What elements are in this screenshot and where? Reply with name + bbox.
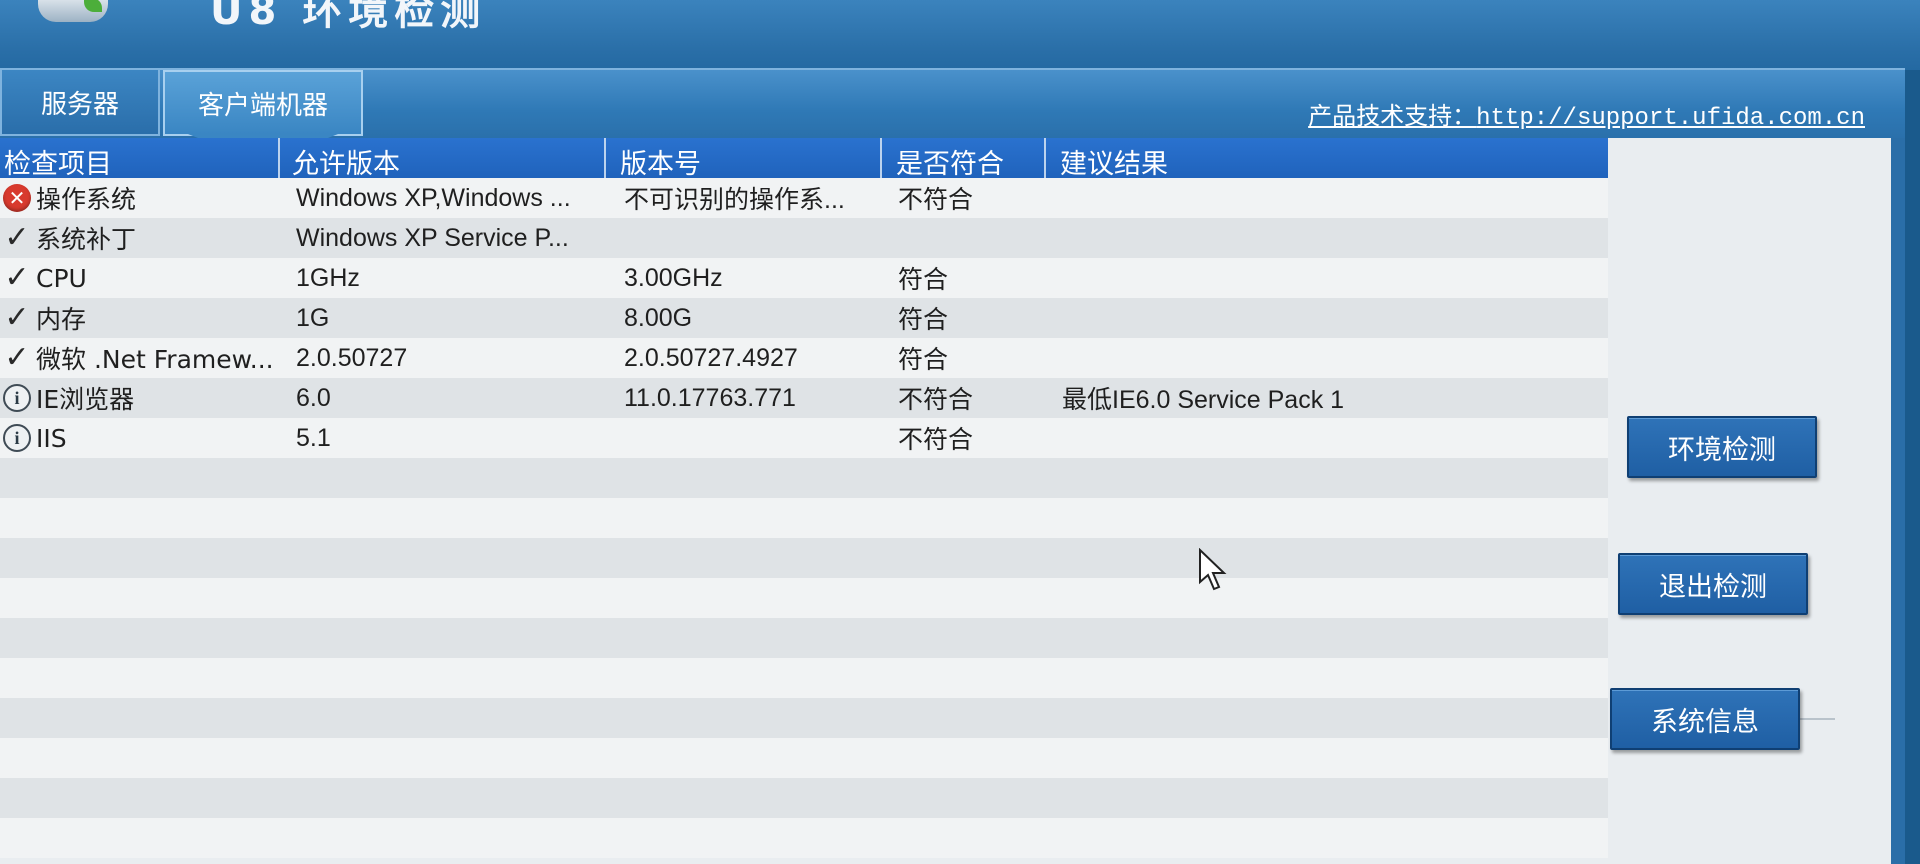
- app-title: U8 环境检测: [210, 0, 487, 34]
- tab-servers[interactable]: 服务器: [0, 70, 160, 136]
- item-label: IIS: [36, 423, 67, 453]
- cell-item: ✕ 操作系统: [0, 178, 280, 218]
- check-icon: ✓: [4, 340, 30, 375]
- cell-suggestion: [1046, 258, 1608, 298]
- check-icon: ✓: [4, 300, 30, 335]
- support-url: http://support.ufida.com.cn: [1476, 105, 1865, 132]
- table-row[interactable]: i IE浏览器 6.0 11.0.17763.771 不符合 最低IE6.0 Servic…: [0, 378, 1608, 418]
- item-label: IE浏览器: [36, 385, 135, 414]
- item-label: 微软 .Net Framew...: [36, 345, 274, 374]
- cell-suggestion: [1046, 298, 1608, 338]
- cell-match: 符合: [898, 345, 949, 374]
- column-header-item[interactable]: 检查项目: [0, 138, 280, 180]
- cell-match: 符合: [898, 305, 949, 334]
- column-header-match[interactable]: 是否符合: [882, 138, 1046, 180]
- cell-allowed-version: 5.1: [296, 423, 331, 452]
- environment-check-button[interactable]: 环境检测: [1627, 416, 1817, 478]
- cell-suggestion: [1046, 338, 1608, 378]
- results-table: 检查项目 允许版本 版本号 是否符合 建议结果 ✕ 操作系统 Windows XP,…: [0, 138, 1608, 864]
- empty-row: [0, 578, 1608, 618]
- cell-version: 2.0.50727.4927: [624, 343, 798, 372]
- item-label: CPU: [36, 263, 87, 293]
- app-logo-icon: [38, 0, 108, 22]
- info-icon: i: [2, 423, 32, 453]
- cell-match: 符合: [898, 265, 949, 294]
- cell-item: ✓ CPU: [0, 258, 280, 298]
- cell-match: 不符合: [898, 385, 974, 414]
- cell-suggestion: 最低IE6.0 Service Pack 1: [1062, 386, 1345, 414]
- support-link[interactable]: 产品技术支持：http://support.ufida.com.cn: [1308, 96, 1865, 132]
- empty-row: [0, 618, 1608, 658]
- cell-item: ✓ 微软 .Net Framew...: [0, 338, 280, 378]
- error-icon: ✕: [2, 183, 32, 213]
- column-header-version[interactable]: 版本号: [606, 138, 882, 180]
- table-row[interactable]: i IIS 5.1 不符合: [0, 418, 1608, 458]
- info-icon: i: [2, 383, 32, 413]
- divider: [1795, 718, 1835, 720]
- empty-row: [0, 738, 1608, 778]
- cell-item: i IE浏览器: [0, 378, 280, 418]
- cell-version: 3.00GHz: [624, 263, 723, 292]
- cell-version: 不可识别的操作系...: [624, 186, 845, 214]
- cell-match: 不符合: [898, 425, 974, 454]
- cell-item: ✓ 系统补丁: [0, 218, 280, 258]
- item-label: 内存: [36, 305, 87, 334]
- cell-allowed-version: Windows XP,Windows ...: [296, 183, 571, 212]
- cell-version: 11.0.17763.771: [624, 383, 796, 412]
- empty-row: [0, 658, 1608, 698]
- mouse-cursor-icon: [1199, 548, 1227, 591]
- item-label: 操作系统: [36, 185, 137, 214]
- exit-check-button[interactable]: 退出检测: [1618, 553, 1808, 615]
- cell-item: ✓ 内存: [0, 298, 280, 338]
- cell-match: 不符合: [898, 185, 974, 214]
- tab-strip: 服务器 客户端机器 产品技术支持：http://support.ufida.co…: [0, 68, 1905, 138]
- table-row[interactable]: ✓ 内存 1G 8.00G 符合: [0, 298, 1608, 338]
- empty-row: [0, 458, 1608, 498]
- empty-row: [0, 538, 1608, 578]
- check-results-panel: 检查项目 允许版本 版本号 是否符合 建议结果 ✕ 操作系统 Windows XP,…: [0, 138, 1905, 864]
- title-bar: U8 环境检测: [0, 0, 1920, 70]
- empty-row: [0, 818, 1608, 858]
- tab-client-machine[interactable]: 客户端机器: [163, 70, 363, 136]
- empty-row: [0, 698, 1608, 738]
- cell-suggestion: [1046, 418, 1608, 458]
- support-label: 产品技术支持：: [1308, 104, 1477, 130]
- cell-item: i IIS: [0, 418, 280, 458]
- cell-allowed-version: Windows XP Service P...: [296, 223, 569, 252]
- cell-version: [606, 218, 882, 258]
- table-row[interactable]: ✕ 操作系统 Windows XP,Windows ... 不可识别的操作系... 不符…: [0, 178, 1608, 218]
- table-row[interactable]: ✓ 微软 .Net Framew... 2.0.50727 2.0.50727.492…: [0, 338, 1608, 378]
- cell-allowed-version: 6.0: [296, 383, 331, 412]
- system-info-button[interactable]: 系统信息: [1610, 688, 1800, 750]
- column-header-suggestion[interactable]: 建议结果: [1046, 138, 1608, 180]
- table-row[interactable]: ✓ CPU 1GHz 3.00GHz 符合: [0, 258, 1608, 298]
- cell-allowed-version: 1GHz: [296, 263, 360, 292]
- table-row[interactable]: ✓ 系统补丁 Windows XP Service P...: [0, 218, 1608, 258]
- cell-version: [606, 418, 882, 458]
- item-label: 系统补丁: [36, 225, 137, 254]
- cell-suggestion: [1046, 218, 1608, 258]
- table-header: 检查项目 允许版本 版本号 是否符合 建议结果: [0, 138, 1608, 180]
- cell-suggestion: [1046, 178, 1608, 218]
- check-icon: ✓: [4, 220, 30, 255]
- column-header-allowed-version[interactable]: 允许版本: [280, 138, 606, 180]
- cell-allowed-version: 2.0.50727: [296, 343, 408, 372]
- empty-row: [0, 778, 1608, 818]
- cell-version: 8.00G: [624, 303, 693, 332]
- empty-row: [0, 498, 1608, 538]
- cell-match: [882, 218, 1046, 258]
- check-icon: ✓: [4, 260, 30, 295]
- cell-allowed-version: 1G: [296, 303, 330, 332]
